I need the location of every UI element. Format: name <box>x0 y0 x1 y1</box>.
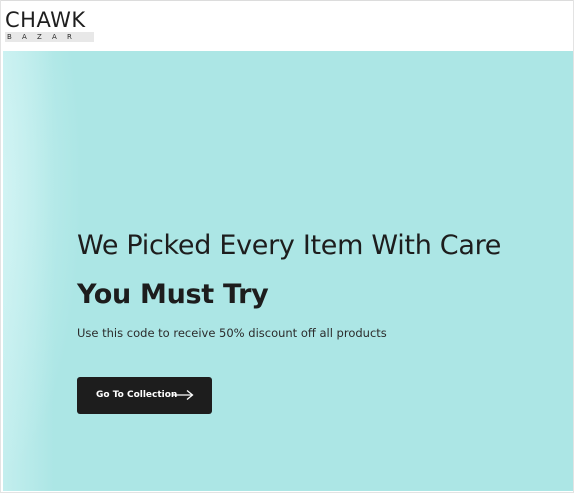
arrow-right-icon <box>173 389 194 401</box>
logo-wordmark: CHAWK <box>5 8 86 32</box>
cta-label: Go To Collection <box>96 390 178 400</box>
hero-heading: We Picked Every Item With Care <box>77 230 502 261</box>
logo-subtitle: BAZAR <box>5 32 94 42</box>
hero-subheading: You Must Try <box>77 279 269 310</box>
hero-promo-text: Use this code to receive 50% discount of… <box>77 326 387 340</box>
site-header: CHAWK BAZAR <box>1 0 573 51</box>
hero-banner: We Picked Every Item With Care You Must … <box>3 51 573 491</box>
page: CHAWK BAZAR We Picked Every Item With Ca… <box>0 0 574 493</box>
go-to-collection-button[interactable]: Go To Collection <box>77 377 212 414</box>
logo-link[interactable]: CHAWK BAZAR <box>5 10 94 42</box>
hero-background-glow <box>3 51 83 491</box>
